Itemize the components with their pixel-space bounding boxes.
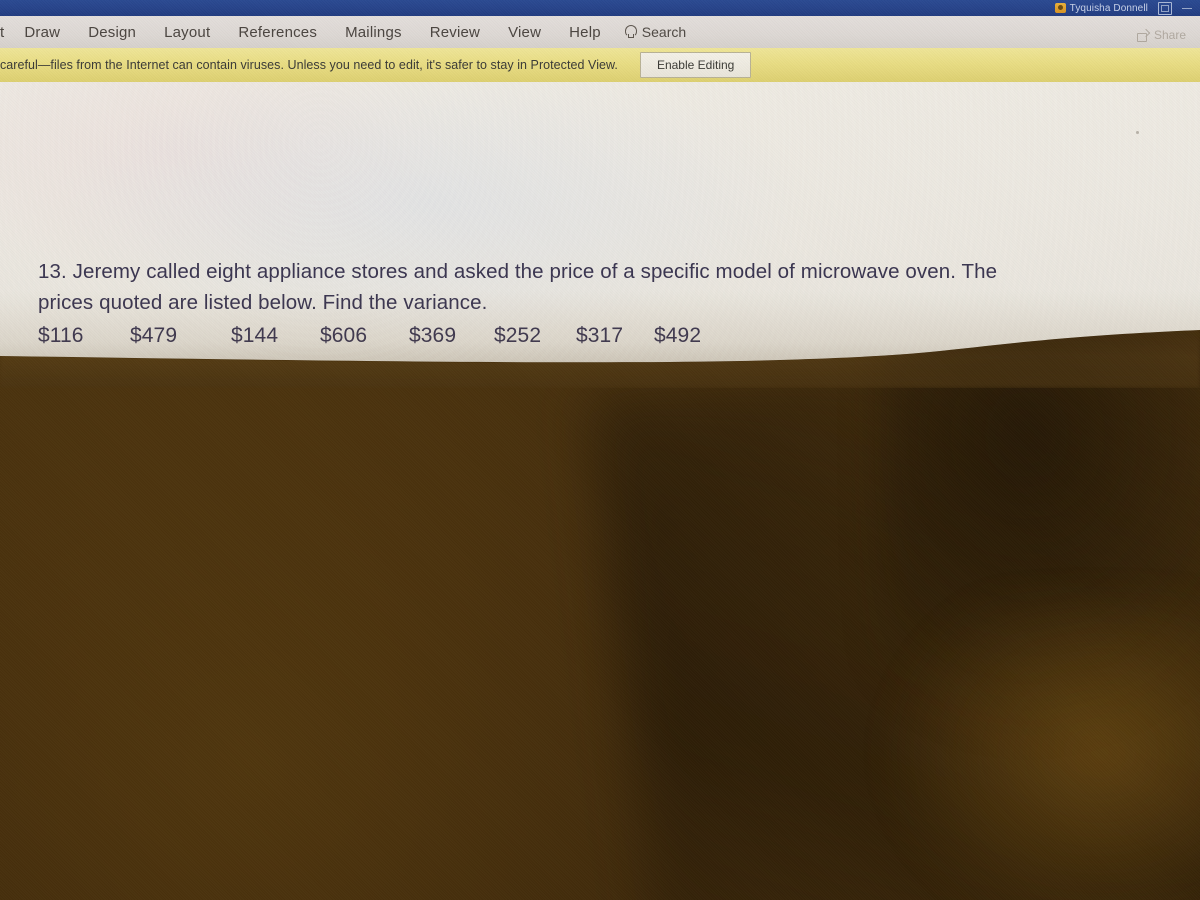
enable-editing-button[interactable]: Enable Editing: [640, 52, 751, 78]
account-name: Tyquisha Donnell: [1069, 2, 1148, 14]
price-value: $606: [320, 324, 368, 347]
search-label: Search: [641, 24, 687, 40]
price-value: $479: [130, 324, 178, 347]
price-value: $116: [38, 324, 84, 347]
price-value: $369: [409, 324, 457, 347]
lightbulb-icon: [625, 25, 636, 39]
laptop-screen: Tyquisha Donnell t Draw Design Layout Re…: [0, 0, 1200, 372]
restore-window-icon[interactable]: [1158, 2, 1172, 15]
tab-references[interactable]: References: [224, 24, 331, 41]
account-indicator[interactable]: Tyquisha Donnell: [1055, 3, 1148, 14]
share-button[interactable]: Share: [1131, 26, 1192, 44]
share-label: Share: [1153, 28, 1186, 42]
price-value: $252: [494, 324, 542, 347]
tab-insert-clipped[interactable]: t: [0, 24, 10, 41]
protected-view-message: careful—files from the Internet can cont…: [0, 58, 618, 72]
screen-speck: [1136, 131, 1139, 134]
title-bar-right-controls: Tyquisha Donnell: [1055, 0, 1200, 16]
document-text-block: 13. Jeremy called eight appliance stores…: [38, 256, 1148, 352]
tab-design[interactable]: Design: [74, 24, 150, 41]
tab-review[interactable]: Review: [416, 24, 494, 41]
tab-mailings[interactable]: Mailings: [331, 24, 416, 41]
protected-view-bar: careful—files from the Internet can cont…: [0, 48, 1200, 83]
minimize-window-icon[interactable]: [1182, 8, 1192, 9]
share-icon: [1137, 30, 1149, 41]
window-title-bar: Tyquisha Donnell: [0, 0, 1200, 16]
price-value: $144: [231, 324, 279, 347]
document-line-2: prices quoted are listed below. Find the…: [38, 291, 488, 314]
screenshot-root: Tyquisha Donnell t Draw Design Layout Re…: [0, 0, 1200, 900]
tab-layout[interactable]: Layout: [150, 24, 224, 41]
ribbon-tabs: t Draw Design Layout References Mailings…: [0, 16, 696, 48]
document-line-1: 13. Jeremy called eight appliance stores…: [38, 260, 998, 283]
tab-help[interactable]: Help: [555, 24, 615, 41]
search-box[interactable]: Search: [615, 24, 696, 40]
price-value: $317: [576, 324, 624, 347]
tab-view[interactable]: View: [494, 24, 555, 41]
price-value: $492: [654, 324, 702, 347]
document-price-list: $116 $479 $144 $606 $369 $252 $317 $492: [38, 320, 1148, 352]
person-avatar-icon: [1055, 3, 1066, 13]
tab-draw[interactable]: Draw: [10, 24, 74, 41]
